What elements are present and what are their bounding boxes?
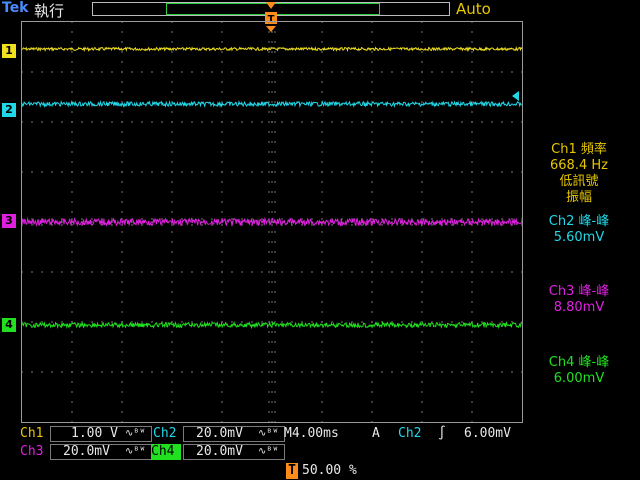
ch3-scale: 20.0mV <box>63 444 110 459</box>
trigger-source[interactable]: Ch2 <box>398 426 421 442</box>
ch4-label: Ch4 <box>151 444 181 460</box>
ch4-scale: 20.0mV <box>196 444 243 459</box>
ch3-trace <box>22 216 522 228</box>
ch1-scale: 1.00 V <box>71 426 118 441</box>
ch4-scale-box[interactable]: 20.0mV ∿ᴮᵂ <box>183 444 285 460</box>
ch2-measurement: Ch2 峰-峰 5.60mV <box>520 214 638 246</box>
waveform-graticule[interactable] <box>21 21 523 423</box>
bw-limit-icon: ∿ᴮᵂ <box>258 428 279 439</box>
ch1-meas-title: Ch1 頻率 <box>551 142 607 157</box>
ch4-marker[interactable]: 4 <box>2 318 16 332</box>
timebase-readout[interactable]: M4.00ms <box>284 426 339 442</box>
trigger-position-marker-icon: T <box>286 463 298 479</box>
ch2-scale: 20.0mV <box>196 426 243 441</box>
ch1-scale-box[interactable]: 1.00 V ∿ᴮᵂ <box>50 426 152 442</box>
trigger-level-icon[interactable] <box>510 90 520 102</box>
ch3-meas-title: Ch3 峰-峰 <box>548 284 610 299</box>
ch1-marker[interactable]: 1 <box>2 44 16 58</box>
trigger-slope-icon: ∫ <box>438 426 446 441</box>
ch2-marker[interactable]: 2 <box>2 103 16 117</box>
ch4-meas-title: Ch4 峰-峰 <box>548 355 610 370</box>
ch3-scale-box[interactable]: 20.0mV ∿ᴮᵂ <box>50 444 152 460</box>
ch3-marker[interactable]: 3 <box>2 214 16 228</box>
trigger-position-readout[interactable]: 50.00 % <box>302 463 357 479</box>
ch2-trace <box>22 99 522 109</box>
tek-logo: Tek <box>2 0 29 16</box>
ch3-meas-value: 8.80mV <box>553 300 605 315</box>
ch2-meas-title: Ch2 峰-峰 <box>548 214 610 229</box>
trigger-type: A <box>372 426 380 441</box>
trigger-level[interactable]: 6.00mV <box>464 426 511 442</box>
bw-limit-icon: ∿ᴮᵂ <box>125 428 146 439</box>
run-state-label: 執行 <box>34 2 65 20</box>
ch2-scale-box[interactable]: 20.0mV ∿ᴮᵂ <box>183 426 285 442</box>
waveform-traces <box>22 45 522 330</box>
ch1-label: Ch1 <box>20 426 44 441</box>
bw-limit-icon: ∿ᴮᵂ <box>125 446 146 457</box>
ch3-measurement: Ch3 峰-峰 8.80mV <box>520 284 638 316</box>
ch1-meas-note1: 低訊號 <box>559 174 599 189</box>
bw-limit-icon: ∿ᴮᵂ <box>258 446 279 457</box>
ch4-measurement: Ch4 峰-峰 6.00mV <box>520 355 638 387</box>
ch4-trace <box>22 320 522 330</box>
ch2-label: Ch2 <box>153 426 177 441</box>
trigger-mode-label: Auto <box>456 0 491 18</box>
ch1-trace <box>22 45 522 53</box>
ch4-meas-value: 6.00mV <box>553 371 605 386</box>
ch2-meas-value: 5.60mV <box>553 230 605 245</box>
ch1-measurement: Ch1 頻率 668.4 Hz 低訊號 振幅 <box>520 142 638 206</box>
ch1-meas-value: 668.4 Hz <box>550 158 608 173</box>
ch1-meas-note2: 振幅 <box>565 190 592 205</box>
ch3-label: Ch3 <box>20 444 44 459</box>
